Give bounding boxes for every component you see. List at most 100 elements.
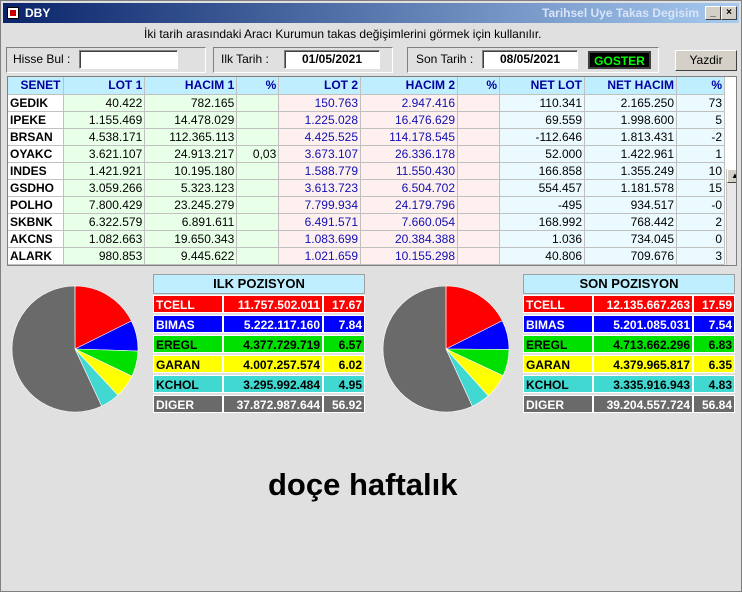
- legend-val: 4.379.965.817: [593, 355, 693, 373]
- cell-hacim-2: 114.178.545: [360, 128, 458, 146]
- table-row[interactable]: AKCNS 1.082.663 19.650.343 1.083.699 20.384.…: [8, 230, 725, 248]
- legend-name: BIMAS: [153, 315, 223, 333]
- cell-net-hacim: 768.442: [584, 213, 677, 231]
- legend-val: 5.222.117.160: [223, 315, 323, 333]
- cell-: 15: [676, 179, 725, 197]
- scroll-up-arrow-icon[interactable]: ▲: [727, 169, 736, 183]
- ilk-tarih-input[interactable]: 01/05/2021: [284, 50, 380, 69]
- cell-senet: OYAKC: [8, 145, 64, 163]
- cell-: [236, 94, 280, 112]
- cell-net-lot: 1.036: [499, 230, 585, 248]
- table-row[interactable]: GSDHO 3.059.266 5.323.123 3.613.723 6.504.70…: [8, 179, 725, 197]
- cell-hacim-1: 5.323.123: [144, 179, 238, 197]
- cell-lot-1: 7.800.429: [63, 196, 146, 214]
- cell-net-lot: 110.341: [499, 94, 585, 112]
- cell-: -0: [676, 196, 725, 214]
- cell-: [457, 162, 500, 180]
- cell-: -2: [676, 128, 725, 146]
- legend-row-kchol: KCHOL 3.335.916.943 4.83: [523, 375, 735, 393]
- cell-net-lot: -112.646: [499, 128, 585, 146]
- cell-hacim-2: 20.384.388: [360, 230, 458, 248]
- cell-: [457, 196, 500, 214]
- cell-hacim-1: 14.478.029: [144, 111, 238, 129]
- cell-net-hacim: 934.517: [584, 196, 677, 214]
- cell-senet: [8, 264, 64, 265]
- cell-lot-2: 1.225.028: [278, 111, 361, 129]
- table-row[interactable]: POLHO 7.800.429 23.245.279 7.799.934 24.179.…: [8, 196, 725, 214]
- cell-hacim-2: 16.476.629: [360, 111, 458, 129]
- table-row[interactable]: GEDIK 40.422 782.165 150.763 2.947.416 110.34…: [8, 94, 725, 112]
- cell-lot-1: 1.155.469: [63, 111, 146, 129]
- window-subtitle: Tarihsel Uye Takas Degisim: [542, 6, 699, 20]
- grid-header-row[interactable]: SENET LOT 1 HACIM 1% LOT 2 HACIM 2% NET LOT NE…: [8, 77, 725, 95]
- son-tarih-label: Son Tarih :: [416, 52, 474, 66]
- legend-name: TCELL: [523, 295, 593, 313]
- footer-caption: doçe haftalık: [268, 467, 458, 502]
- table-row[interactable]: INDES 1.421.921 10.195.180 1.588.779 11.550.…: [8, 162, 725, 180]
- legend-row-eregl: EREGL 4.377.729.719 6.57: [153, 335, 365, 353]
- hisse-search-input[interactable]: [79, 50, 178, 69]
- table-row[interactable]: BRSAN 4.538.171 112.365.113 4.425.525 114.17…: [8, 128, 725, 146]
- cell-: [457, 128, 500, 146]
- goster-button[interactable]: GOSTER: [588, 51, 651, 69]
- legend-val: 4.007.257.574: [223, 355, 323, 373]
- cell-lot-1: 40.422: [63, 94, 146, 112]
- cell-lot-1: 6.322.579: [63, 213, 146, 231]
- legend-val: 3.335.916.943: [593, 375, 693, 393]
- legend-name: DIGER: [523, 395, 593, 413]
- legend-pct: 4.95: [323, 375, 365, 393]
- ilk-pozisyon-title: ILK POZISYON: [153, 274, 365, 294]
- yazdir-button[interactable]: Yazdir: [675, 50, 737, 71]
- title-bar[interactable]: DBY Tarihsel Uye Takas Degisim _ ×: [3, 3, 739, 23]
- cell-senet: BRSAN: [8, 128, 64, 146]
- cell-hacim-1: 10.195.180: [144, 162, 238, 180]
- cell-lot-2: 4.425.525: [278, 128, 361, 146]
- legend-row-garan: GARAN 4.379.965.817 6.35: [523, 355, 735, 373]
- cell-senet: IPEKE: [8, 111, 64, 129]
- table-row[interactable]: SKBNK 6.322.579 6.891.611 6.491.571 7.660.05…: [8, 213, 725, 231]
- cell-hacim-1: 782.165: [144, 94, 238, 112]
- grid-totals-row[interactable]: 5.349.152.69966.533.586.594100,005.397.0…: [8, 264, 725, 265]
- cell-: 3: [676, 247, 725, 265]
- minimize-button[interactable]: _: [705, 6, 721, 20]
- legend-val: 4.713.662.296: [593, 335, 693, 353]
- cell-: 2: [676, 213, 725, 231]
- cell-lot-2: 150.763: [278, 94, 361, 112]
- son-pie-chart: [382, 285, 510, 413]
- cell-lot-1: 1.421.921: [63, 162, 146, 180]
- cell-: [236, 179, 280, 197]
- cell-: 5: [676, 111, 725, 129]
- legend-pct: 6.83: [693, 335, 735, 353]
- cell-senet: GSDHO: [8, 179, 64, 197]
- table-row[interactable]: OYAKC 3.621.107 24.913.217 0,03 3.673.107 26.…: [8, 145, 725, 163]
- legend-pct: 7.54: [693, 315, 735, 333]
- grid-vertical-scrollbar[interactable]: ▲ ▼: [726, 169, 736, 265]
- cell-senet: AKCNS: [8, 230, 64, 248]
- cell-senet: SENET: [8, 77, 64, 95]
- main-window: DBY Tarihsel Uye Takas Degisim _ × İki t…: [0, 0, 742, 592]
- legend-val: 37.872.987.644: [223, 395, 323, 413]
- cell-lot-1: 5.349.152.699: [63, 264, 146, 265]
- legend-pct: 17.59: [693, 295, 735, 313]
- table-row[interactable]: ALARK 980.853 9.445.622 1.021.659 10.155.298…: [8, 247, 725, 265]
- son-pozisyon-title: SON POZISYON: [523, 274, 735, 294]
- son-tarih-input[interactable]: 08/05/2021: [482, 50, 578, 69]
- cell-: [236, 128, 280, 146]
- table-row[interactable]: IPEKE 1.155.469 14.478.029 1.225.028 16.476.…: [8, 111, 725, 129]
- cell-net-hacim: 1.813.431: [584, 128, 677, 146]
- cell-net-hacim: 1.998.600: [584, 111, 677, 129]
- cell-: 10: [676, 162, 725, 180]
- cell-hacim-1: 24.913.217: [144, 145, 238, 163]
- cell-senet: INDES: [8, 162, 64, 180]
- cell-: [457, 94, 500, 112]
- takas-grid[interactable]: SENET LOT 1 HACIM 1% LOT 2 HACIM 2% NET LOT NE…: [7, 76, 737, 266]
- cell-net-hacim: 1.422.961: [584, 145, 677, 163]
- legend-row-tcell: TCELL 11.757.502.011 17.67: [153, 295, 365, 313]
- legend-val: 3.295.992.484: [223, 375, 323, 393]
- cell-lot-1: 1.082.663: [63, 230, 146, 248]
- cell-: 0: [676, 230, 725, 248]
- app-icon: [7, 7, 19, 19]
- close-button[interactable]: ×: [721, 6, 737, 20]
- ilk-pozisyon-legend: TCELL 11.757.502.011 17.67 BIMAS 5.222.117.1…: [153, 295, 365, 415]
- cell-: [457, 179, 500, 197]
